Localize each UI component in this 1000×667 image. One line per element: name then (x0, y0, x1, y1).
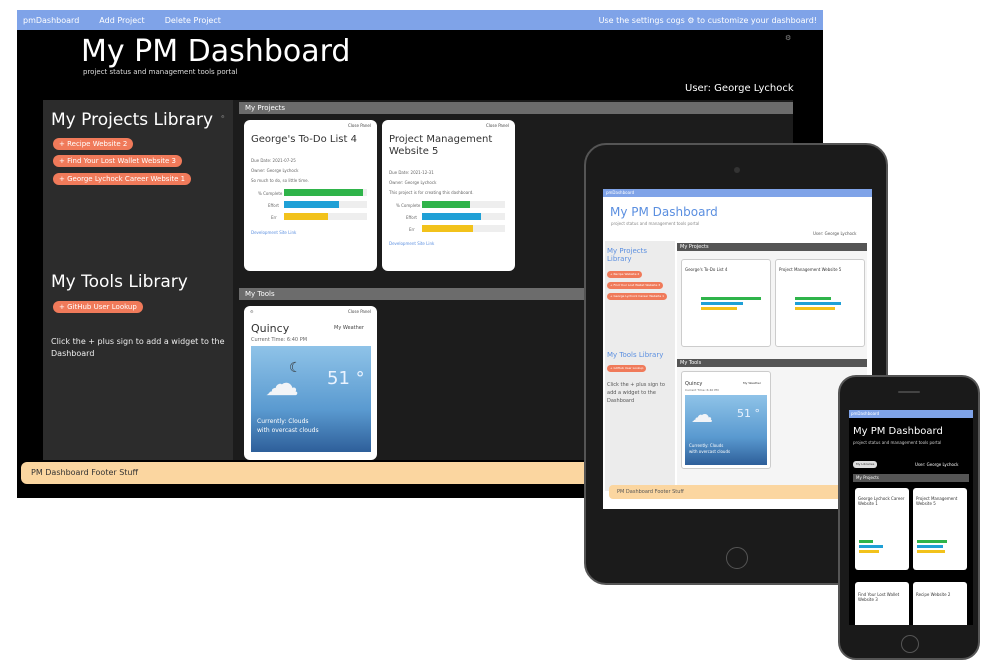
my-tools-header: My Tools (677, 359, 867, 367)
temperature: 51 ° (737, 407, 760, 420)
library-item-career[interactable]: + George Lychock Career Website 1 (607, 293, 668, 300)
top-navbar: pmDashboard Add Project Delete Project U… (17, 10, 823, 30)
bar-label: % Complete (396, 203, 421, 208)
weather-condition-detail: with overcast clouds (257, 427, 319, 434)
footer: PM Dashboard Footer Stuff (21, 462, 601, 484)
progress-bar-effort (284, 201, 339, 208)
bar-label: Effort (406, 215, 417, 220)
brand-link[interactable]: pmDashboard (606, 190, 634, 195)
tools-library-title: My Tools Library (51, 272, 188, 292)
card-description: So much to do, so little time. (251, 178, 309, 183)
camera-icon (734, 167, 740, 173)
speaker-icon (898, 391, 920, 393)
delete-project-link[interactable]: Delete Project (165, 16, 221, 25)
weather-city: Quincy (685, 381, 703, 387)
dev-site-link[interactable]: Development Site Link (389, 241, 434, 246)
progress-bar-err (422, 225, 473, 232)
my-projects-header: My Projects (239, 102, 793, 114)
progress-bar-complete (422, 201, 470, 208)
weather-panel: ☁ 51 ° Currently: Clouds with overcast c… (685, 395, 767, 465)
weather-card: ⚙ Close Panel Quincy My Weather Current … (244, 306, 377, 460)
bar-label: % Complete (258, 191, 283, 196)
my-projects-header: My Projects (853, 474, 969, 482)
weather-condition: Currently: Clouds (257, 418, 309, 425)
gear-icon[interactable]: ⚙ (221, 114, 225, 119)
bar-label: Err (409, 227, 415, 232)
tool-item-github[interactable]: + GitHub User Lookup (53, 301, 143, 313)
home-button[interactable] (901, 635, 919, 653)
user-label: User: George Lychock (813, 231, 857, 236)
temperature: 51 ° (327, 368, 365, 389)
bar-label: Effort (268, 203, 279, 208)
brand-link[interactable]: pmDashboard (851, 411, 879, 416)
library-sidebar: My Projects Library ⚙ + Recipe Website 2… (43, 100, 233, 460)
tablet-screen: pmDashboard My PM Dashboard project stat… (603, 189, 872, 509)
weather-condition-detail: with overcast clouds (689, 449, 731, 454)
tools-library-title: My Tools Library (607, 351, 664, 359)
close-panel-button[interactable]: Close Panel (348, 123, 371, 128)
card-description: This project is for creating this dashbo… (389, 190, 474, 195)
page-title: My PM Dashboard (853, 426, 943, 437)
library-item-career[interactable]: + George Lychock Career Website 1 (53, 173, 192, 185)
card-due-date: Due Date: 2021-07-25 (251, 158, 296, 163)
tool-item-github[interactable]: + GitHub User Lookup (607, 365, 647, 372)
project-card: Close Panel Project Management Website 5… (382, 120, 515, 271)
card-title: Project Management Website 5 (779, 267, 842, 272)
page-title: My PM Dashboard (610, 205, 718, 219)
card-title: Project Management Website 5 (389, 134, 493, 157)
bar-label: Err (271, 215, 277, 220)
close-panel-button[interactable]: Close Panel (348, 309, 371, 314)
user-label: User: George Lychock (915, 462, 959, 467)
phone-screen: pmDashboard My PM Dashboard project stat… (849, 410, 973, 625)
weather-condition: Currently: Clouds (689, 443, 724, 448)
tools-help-text: Click the + plus sign to add a widget to… (51, 337, 225, 358)
gear-icon[interactable]: ⚙ (785, 34, 791, 42)
gear-icon[interactable]: ⚙ (250, 309, 254, 314)
weather-time: Current Time: 6:40 PM (685, 388, 719, 392)
library-item-wallet[interactable]: + Find Your Lost Wallet Website 3 (607, 282, 664, 289)
library-item-wallet[interactable]: + Find Your Lost Wallet Website 3 (53, 155, 183, 167)
phone-device: pmDashboard My PM Dashboard project stat… (838, 375, 980, 660)
dev-site-link[interactable]: Development Site Link (251, 230, 296, 235)
weather-widget-title: My Weather (334, 325, 364, 331)
progress-bar-complete (284, 189, 363, 196)
library-item-recipe[interactable]: + Recipe Website 2 (53, 138, 134, 150)
card-title: Recipe Website 2 (916, 592, 951, 597)
cloud-icon: ☁ (691, 403, 713, 428)
card-title: George's To-Do List 4 (251, 134, 357, 145)
weather-city: Quincy (251, 322, 290, 335)
page-subtitle: project status and management tools port… (83, 68, 238, 76)
page-subtitle: project status and management tools port… (853, 440, 942, 445)
close-panel-button[interactable]: Close Panel (486, 123, 509, 128)
card-due-date: Due Date: 2021-12-31 (389, 170, 434, 175)
progress-bar-effort (422, 213, 481, 220)
moon-icon: ☾ (289, 360, 302, 376)
weather-widget-title: My Weather (743, 381, 761, 385)
my-projects-header: My Projects (677, 243, 867, 251)
page-subtitle: project status and management tools port… (611, 221, 700, 226)
card-owner: Owner: George Lychock (389, 180, 437, 185)
card-title: George's To-Do List 4 (685, 267, 728, 272)
settings-hint: Use the settings cogs ⚙ to customize you… (598, 15, 817, 25)
libraries-button[interactable]: My Libraries (853, 461, 878, 468)
projects-library-title: My Projects Library (51, 110, 213, 130)
library-item-recipe[interactable]: + Recipe Website 2 (607, 271, 643, 278)
home-button[interactable] (726, 547, 748, 569)
add-project-link[interactable]: Add Project (99, 16, 144, 25)
projects-library-title: My Projects Library (607, 247, 648, 263)
weather-panel: ☁ ☾ 51 ° Currently: Clouds with overcast… (251, 346, 371, 452)
footer: PM Dashboard Footer Stuff (609, 485, 867, 499)
progress-bar-err (284, 213, 328, 220)
weather-time: Current Time: 6:40 PM (251, 337, 308, 343)
brand-link[interactable]: pmDashboard (23, 16, 79, 25)
page-title: My PM Dashboard (81, 34, 351, 69)
tools-help-text: Click the + plus sign to add a widget to… (607, 382, 665, 404)
user-label: User: George Lychock (685, 83, 794, 94)
card-title: Find Your Lost Wallet Website 3 (858, 592, 900, 602)
card-owner: Owner: George Lychock (251, 168, 299, 173)
card-title: George Lychock Career Website 1 (858, 496, 905, 506)
card-title: Project Management Website 5 (916, 496, 958, 506)
project-card: Close Panel George's To-Do List 4 Due Da… (244, 120, 377, 271)
